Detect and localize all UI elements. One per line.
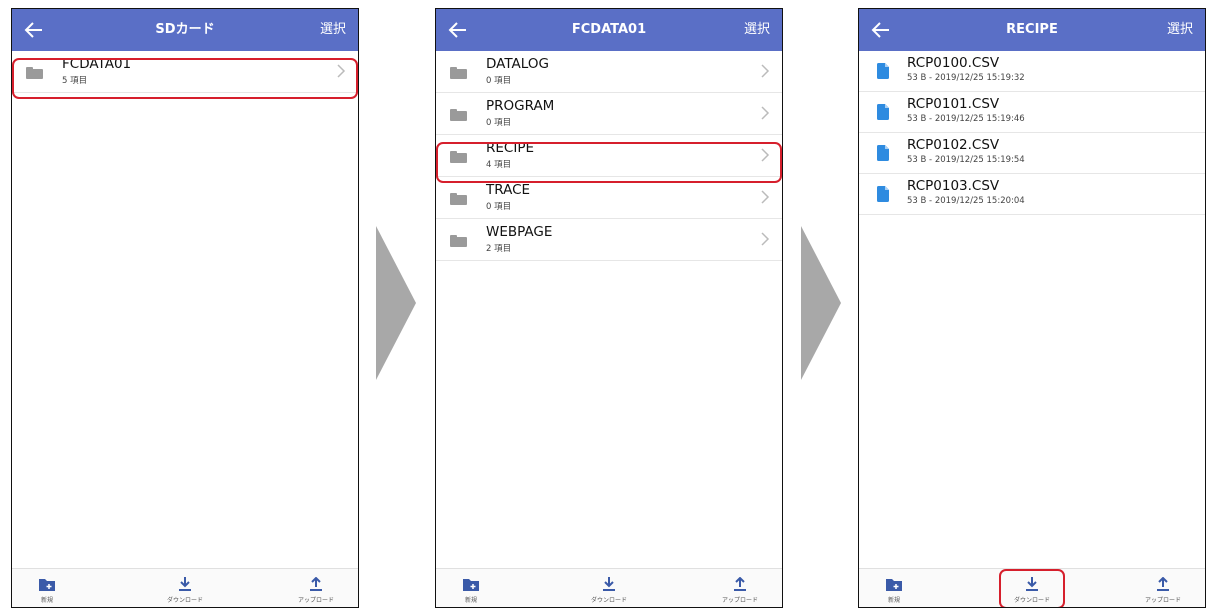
folder-row-trace[interactable]: TRACE 0 項目 bbox=[436, 177, 782, 219]
file-name: RCP0103.CSV bbox=[907, 178, 1000, 194]
bottom-toolbar: 新規 ダウンロード アップロード bbox=[859, 568, 1205, 607]
download-button[interactable]: ダウンロード bbox=[150, 569, 220, 607]
folder-list: FCDATA01 5 項目 bbox=[12, 51, 358, 93]
chevron-right-icon bbox=[337, 64, 346, 78]
file-meta: 53 B - 2019/12/25 15:19:32 bbox=[907, 73, 1025, 83]
file-row-rcp0100[interactable]: RCP0100.CSV 53 B - 2019/12/25 15:19:32 bbox=[859, 51, 1205, 92]
chevron-right-icon bbox=[761, 64, 770, 78]
upload-icon bbox=[1157, 577, 1169, 591]
phone-screen-sd-card: SDカード 選択 FCDATA01 5 項目 新規 ダウンロード アップロード bbox=[11, 8, 359, 608]
select-button[interactable]: 選択 bbox=[744, 9, 770, 51]
folder-name: RECIPE bbox=[486, 140, 534, 156]
folder-item-count: 0 項目 bbox=[486, 202, 512, 212]
download-icon bbox=[179, 577, 191, 591]
folder-row-fcdata01[interactable]: FCDATA01 5 項目 bbox=[12, 51, 358, 93]
folder-item-count: 4 項目 bbox=[486, 160, 512, 170]
file-icon bbox=[877, 63, 889, 79]
folder-row-datalog[interactable]: DATALOG 0 項目 bbox=[436, 51, 782, 93]
phone-screen-fcdata01: FCDATA01 選択 DATALOG 0 項目 PROGRAM 0 項目 RE… bbox=[435, 8, 783, 608]
folder-list: DATALOG 0 項目 PROGRAM 0 項目 RECIPE 4 項目 TR… bbox=[436, 51, 782, 261]
new-folder-button[interactable]: 新規 bbox=[12, 569, 82, 607]
phone-screen-recipe: RECIPE 選択 RCP0100.CSV 53 B - 2019/12/25 … bbox=[858, 8, 1206, 608]
download-icon bbox=[603, 577, 615, 591]
page-title: SDカード bbox=[155, 22, 215, 37]
select-button[interactable]: 選択 bbox=[1167, 9, 1193, 51]
upload-button[interactable]: アップロード bbox=[1128, 569, 1198, 607]
folder-icon bbox=[26, 67, 43, 79]
folder-icon bbox=[450, 193, 467, 205]
folder-item-count: 0 項目 bbox=[486, 76, 512, 86]
folder-name: FCDATA01 bbox=[62, 56, 132, 72]
chevron-right-icon bbox=[761, 232, 770, 246]
chevron-right-icon bbox=[761, 106, 770, 120]
folder-icon bbox=[450, 67, 467, 79]
step-arrow-icon bbox=[801, 226, 841, 380]
folder-name: TRACE bbox=[486, 182, 531, 198]
folder-row-webpage[interactable]: WEBPAGE 2 項目 bbox=[436, 219, 782, 261]
file-meta: 53 B - 2019/12/25 15:19:46 bbox=[907, 114, 1025, 124]
chevron-right-icon bbox=[761, 148, 770, 162]
bottom-toolbar: 新規 ダウンロード アップロード bbox=[436, 568, 782, 607]
upload-icon bbox=[310, 577, 322, 591]
file-list: RCP0100.CSV 53 B - 2019/12/25 15:19:32 R… bbox=[859, 51, 1205, 215]
download-label: ダウンロード bbox=[1013, 597, 1050, 604]
upload-button[interactable]: アップロード bbox=[705, 569, 775, 607]
new-folder-label: 新規 bbox=[40, 597, 53, 604]
file-meta: 53 B - 2019/12/25 15:20:04 bbox=[907, 196, 1025, 206]
file-meta: 53 B - 2019/12/25 15:19:54 bbox=[907, 155, 1025, 165]
new-folder-icon bbox=[463, 579, 479, 591]
folder-item-count: 2 項目 bbox=[486, 244, 512, 254]
bottom-toolbar: 新規 ダウンロード アップロード bbox=[12, 568, 358, 607]
folder-item-count: 5 項目 bbox=[62, 76, 88, 86]
folder-icon bbox=[450, 235, 467, 247]
upload-button[interactable]: アップロード bbox=[281, 569, 351, 607]
select-button[interactable]: 選択 bbox=[320, 9, 346, 51]
folder-name: DATALOG bbox=[486, 56, 549, 72]
step-arrow-icon bbox=[376, 226, 416, 380]
page-title: RECIPE bbox=[1006, 22, 1058, 37]
download-icon bbox=[1026, 577, 1038, 591]
new-folder-label: 新規 bbox=[464, 597, 477, 604]
chevron-right-icon bbox=[761, 190, 770, 204]
file-icon bbox=[877, 104, 889, 120]
file-name: RCP0102.CSV bbox=[907, 137, 1000, 153]
page-title: FCDATA01 bbox=[571, 22, 647, 37]
new-folder-icon bbox=[39, 579, 55, 591]
download-button[interactable]: ダウンロード bbox=[574, 569, 644, 607]
new-folder-icon bbox=[886, 579, 902, 591]
file-icon bbox=[877, 186, 889, 202]
upload-label: アップロード bbox=[721, 597, 758, 604]
file-icon bbox=[877, 145, 889, 161]
file-row-rcp0102[interactable]: RCP0102.CSV 53 B - 2019/12/25 15:19:54 bbox=[859, 133, 1205, 174]
download-label: ダウンロード bbox=[166, 597, 203, 604]
app-header: FCDATA01 選択 bbox=[436, 9, 782, 51]
file-name: RCP0101.CSV bbox=[907, 96, 1000, 112]
folder-name: PROGRAM bbox=[486, 98, 555, 114]
new-folder-button[interactable]: 新規 bbox=[436, 569, 506, 607]
download-button[interactable]: ダウンロード bbox=[997, 569, 1067, 607]
new-folder-label: 新規 bbox=[887, 597, 900, 604]
new-folder-button[interactable]: 新規 bbox=[859, 569, 929, 607]
app-header: SDカード 選択 bbox=[12, 9, 358, 51]
download-label: ダウンロード bbox=[590, 597, 627, 604]
upload-icon bbox=[734, 577, 746, 591]
folder-item-count: 0 項目 bbox=[486, 118, 512, 128]
folder-icon bbox=[450, 151, 467, 163]
folder-row-recipe[interactable]: RECIPE 4 項目 bbox=[436, 135, 782, 177]
upload-label: アップロード bbox=[1144, 597, 1181, 604]
folder-name: WEBPAGE bbox=[486, 224, 553, 240]
folder-icon bbox=[450, 109, 467, 121]
app-header: RECIPE 選択 bbox=[859, 9, 1205, 51]
folder-row-program[interactable]: PROGRAM 0 項目 bbox=[436, 93, 782, 135]
file-row-rcp0101[interactable]: RCP0101.CSV 53 B - 2019/12/25 15:19:46 bbox=[859, 92, 1205, 133]
file-name: RCP0100.CSV bbox=[907, 55, 1000, 71]
upload-label: アップロード bbox=[297, 597, 334, 604]
file-row-rcp0103[interactable]: RCP0103.CSV 53 B - 2019/12/25 15:20:04 bbox=[859, 174, 1205, 215]
